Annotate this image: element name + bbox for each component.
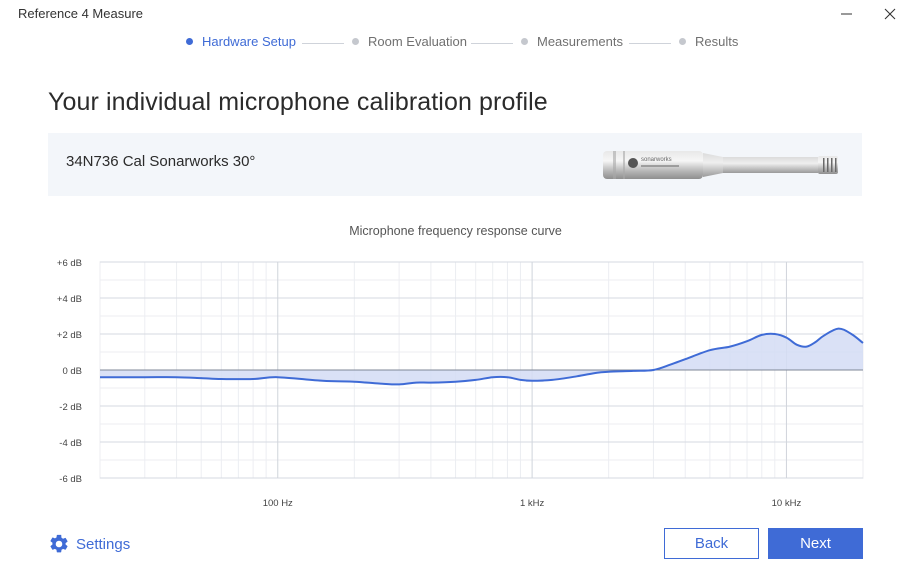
y-tick-label: +4 dB [57, 294, 82, 305]
next-button[interactable]: Next [768, 528, 863, 559]
frequency-response-chart: +6 dB +4 dB +2 dB 0 dB -2 dB -4 dB -6 dB 100 Hz… [57, 258, 864, 509]
back-button[interactable]: Back [664, 528, 759, 559]
x-tick-label: 1 kHz [520, 498, 545, 509]
step-label: Room Evaluation [368, 34, 467, 49]
step-room-evaluation[interactable]: Room Evaluation [352, 34, 467, 49]
microphone-brand: sonarworks [641, 157, 672, 163]
settings-label: Settings [76, 535, 131, 553]
minimize-button[interactable] [832, 2, 862, 26]
step-dot-icon [186, 38, 193, 45]
step-connector [471, 43, 513, 44]
step-connector [302, 43, 344, 44]
step-dot-icon [521, 38, 528, 45]
microphone-image: sonarworks [603, 151, 838, 179]
app-title: Reference 4 Measure [18, 6, 144, 21]
y-tick-label: +6 dB [57, 258, 82, 269]
step-label: Measurements [537, 34, 623, 49]
settings-link[interactable]: Settings [48, 533, 130, 555]
y-tick-label: -2 dB [59, 402, 82, 413]
microphone-panel: 34N736 Cal Sonarworks 30° sonarworks [48, 133, 862, 196]
step-results[interactable]: Results [679, 34, 738, 49]
step-label: Results [695, 34, 739, 49]
gear-icon [50, 534, 68, 553]
y-tick-label: +2 dB [57, 330, 82, 341]
y-tick-label: 0 dB [62, 366, 82, 377]
wizard-stepper: Hardware Setup Room Evaluation Measureme… [0, 34, 911, 54]
step-measurements[interactable]: Measurements [521, 34, 623, 49]
step-hardware-setup[interactable]: Hardware Setup [186, 34, 296, 49]
step-dot-icon [679, 38, 686, 45]
title-bar: Reference 4 Measure [0, 0, 911, 28]
chart-title: Microphone frequency response curve [349, 224, 562, 238]
step-connector [629, 43, 671, 44]
microphone-name: 34N736 Cal Sonarworks 30° [66, 153, 256, 170]
x-tick-label: 10 kHz [772, 498, 802, 509]
page-title: Your individual microphone calibration p… [48, 88, 548, 116]
step-dot-icon [352, 38, 359, 45]
x-tick-label: 100 Hz [263, 498, 293, 509]
y-tick-label: -4 dB [59, 438, 82, 449]
step-label: Hardware Setup [202, 34, 296, 49]
minimize-icon [841, 13, 852, 15]
close-icon [884, 8, 896, 20]
y-tick-label: -6 dB [59, 474, 82, 485]
close-button[interactable] [875, 2, 905, 26]
app-window: Reference 4 Measure Hardware Setup Room … [0, 0, 911, 575]
